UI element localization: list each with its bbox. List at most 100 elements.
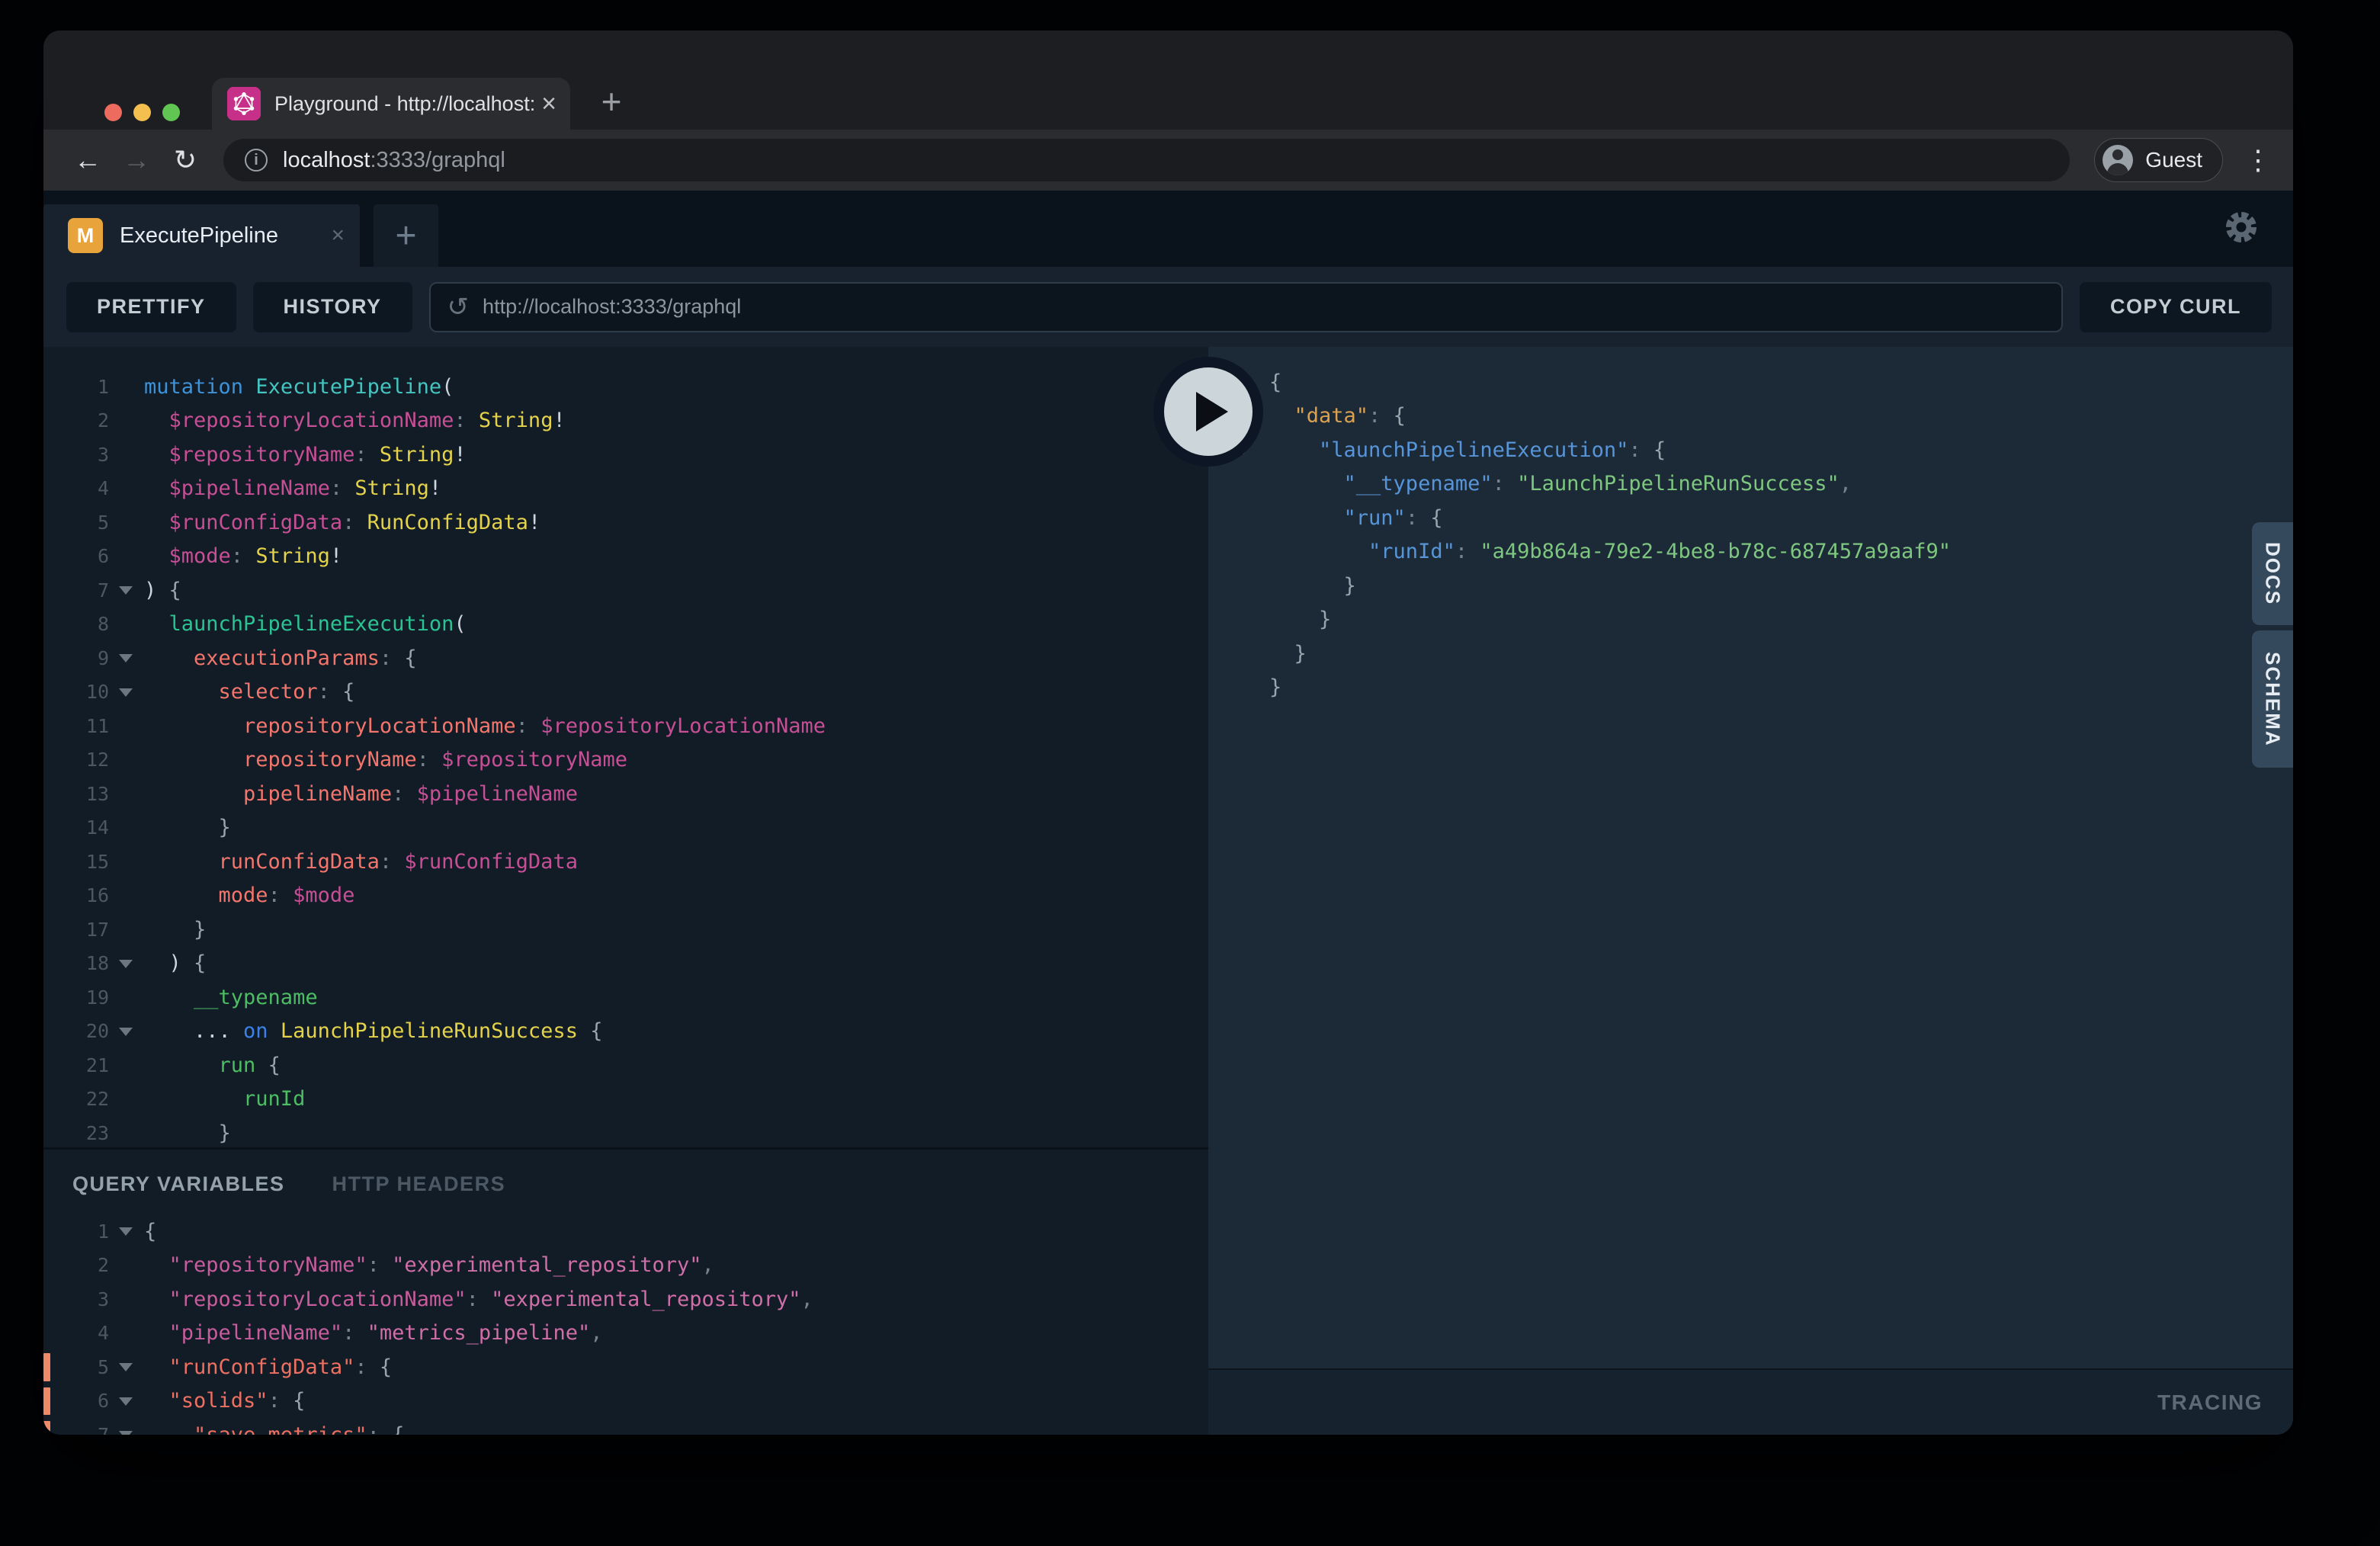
tracing-bar[interactable]: TRACING — [1208, 1368, 2293, 1435]
code-line: 2 $repositoryLocationName: String! — [43, 404, 1208, 438]
tab-close-icon[interactable]: × — [541, 91, 557, 117]
address-bar[interactable]: i localhost:3333/graphql — [223, 139, 2070, 181]
forward-icon[interactable]: → — [115, 144, 158, 176]
code-text: $mode: String! — [144, 544, 342, 568]
code-text: "repositoryName": "experimental_reposito… — [144, 1253, 714, 1277]
browser-toolbar: ← → ↻ i localhost:3333/graphql Guest ⋮ — [43, 130, 2293, 191]
browser-tab[interactable]: Playground - http://localhost:3 × — [212, 78, 570, 130]
fold-spacer — [1227, 535, 1269, 569]
line-number: 2 — [43, 1254, 109, 1276]
code-text: } — [1269, 608, 1331, 631]
code-line: 7) { — [43, 573, 1208, 608]
session-tab-executepipeline[interactable]: M ExecutePipeline × — [43, 204, 360, 267]
fold-spacer — [109, 1116, 144, 1147]
browser-window: Playground - http://localhost:3 × + ← → … — [43, 30, 2293, 1435]
line-number: 9 — [43, 647, 109, 669]
code-line: 4 $pipelineName: String! — [43, 472, 1208, 506]
line-number: 8 — [43, 613, 109, 635]
fold-chevron-down-icon[interactable] — [109, 1015, 144, 1049]
code-line: 18 ) { — [43, 947, 1208, 981]
execute-play-button[interactable] — [1153, 357, 1263, 467]
fold-spacer — [109, 1083, 144, 1117]
fold-spacer — [109, 505, 144, 540]
right-column: { "data": { "launchPipelineExecution": {… — [1208, 347, 2293, 1435]
reload-icon[interactable]: ↻ — [164, 144, 207, 176]
code-text: runConfigData: $runConfigData — [144, 850, 578, 874]
back-icon[interactable]: ← — [66, 144, 109, 176]
fold-spacer — [109, 370, 144, 404]
fold-chevron-down-icon[interactable] — [109, 1384, 144, 1419]
code-text: selector: { — [144, 680, 354, 704]
code-text: executionParams: { — [144, 646, 417, 670]
close-window-button[interactable] — [104, 104, 122, 121]
line-number: 3 — [43, 1288, 109, 1310]
line-number: 3 — [43, 444, 109, 466]
code-line: 2 "repositoryName": "experimental_reposi… — [43, 1249, 1208, 1283]
tab-query-variables[interactable]: QUERY VARIABLES — [72, 1172, 285, 1196]
tracing-label: TRACING — [2157, 1390, 2263, 1415]
line-number: 6 — [43, 1390, 109, 1412]
line-number: 7 — [43, 1424, 109, 1435]
tab-http-headers[interactable]: HTTP HEADERS — [332, 1172, 506, 1196]
code-text: "launchPipelineExecution": { — [1269, 438, 1666, 462]
code-line: "data": { — [1227, 399, 2293, 434]
code-text: } — [1269, 675, 1281, 699]
fold-chevron-down-icon[interactable] — [109, 1418, 144, 1435]
copy-curl-button[interactable]: COPY CURL — [2080, 282, 2272, 332]
line-number: 11 — [43, 715, 109, 737]
playground-toolbar: PRETTIFY HISTORY ↺ COPY CURL — [43, 267, 2293, 347]
code-text: run { — [144, 1054, 281, 1077]
settings-gear-icon[interactable] — [2221, 207, 2261, 251]
browser-tab-strip: Playground - http://localhost:3 × + — [43, 30, 2293, 130]
fold-chevron-down-icon[interactable] — [109, 573, 144, 608]
code-line: { — [1227, 365, 2293, 399]
schema-side-tab[interactable]: SCHEMA — [2252, 630, 2293, 768]
fold-chevron-down-icon[interactable] — [109, 1350, 144, 1384]
fold-spacer — [109, 608, 144, 642]
code-line: } — [1227, 603, 2293, 637]
line-number: 5 — [43, 512, 109, 534]
endpoint-history-icon[interactable]: ↺ — [447, 294, 470, 320]
endpoint-input[interactable] — [483, 295, 2045, 319]
code-line: 6 $mode: String! — [43, 540, 1208, 574]
code-text: "__typename": "LaunchPipelineRunSuccess"… — [1269, 472, 1852, 496]
fold-chevron-down-icon[interactable] — [109, 1214, 144, 1249]
fold-spacer — [109, 1249, 144, 1283]
line-number: 4 — [43, 477, 109, 499]
browser-menu-icon[interactable]: ⋮ — [2244, 144, 2267, 176]
variables-editor[interactable]: 1{2 "repositoryName": "experimental_repo… — [43, 1214, 1208, 1435]
code-text: } — [144, 918, 206, 941]
endpoint-field[interactable]: ↺ — [429, 282, 2063, 332]
code-text: } — [1269, 574, 1356, 598]
playground-main: 1mutation ExecutePipeline(2 $repositoryL… — [43, 347, 2293, 1435]
profile-button[interactable]: Guest — [2094, 138, 2223, 182]
minimize-window-button[interactable] — [133, 104, 151, 121]
traffic-lights — [104, 104, 180, 121]
site-info-icon[interactable]: i — [245, 149, 268, 172]
code-text: repositoryName: $repositoryName — [144, 748, 627, 771]
code-line: } — [1227, 637, 2293, 671]
docs-side-tab[interactable]: DOCS — [2252, 522, 2293, 625]
add-session-icon[interactable]: + — [374, 204, 438, 267]
line-number: 21 — [43, 1054, 109, 1076]
fold-chevron-down-icon[interactable] — [109, 947, 144, 981]
fold-spacer — [109, 1317, 144, 1351]
query-editor[interactable]: 1mutation ExecutePipeline(2 $repositoryL… — [43, 347, 1208, 1147]
lint-marker-icon — [43, 1421, 50, 1435]
fold-spacer — [1227, 671, 1269, 705]
code-text: "runId": "a49b864a-79e2-4be8-b78c-687457… — [1269, 540, 1951, 563]
code-text: { — [1269, 370, 1281, 394]
fold-chevron-down-icon[interactable] — [109, 641, 144, 675]
history-button[interactable]: HISTORY — [253, 282, 412, 332]
fold-chevron-down-icon[interactable] — [109, 675, 144, 710]
code-text: { — [144, 1220, 156, 1243]
code-line: "__typename": "LaunchPipelineRunSuccess"… — [1227, 467, 2293, 502]
lint-marker-icon — [43, 1353, 50, 1381]
prettify-button[interactable]: PRETTIFY — [66, 282, 236, 332]
session-close-icon[interactable]: × — [331, 224, 345, 247]
code-text: launchPipelineExecution( — [144, 612, 467, 636]
code-text: "solids": { — [144, 1389, 305, 1413]
line-number: 7 — [43, 579, 109, 601]
zoom-window-button[interactable] — [162, 104, 180, 121]
new-tab-icon[interactable]: + — [592, 84, 631, 119]
